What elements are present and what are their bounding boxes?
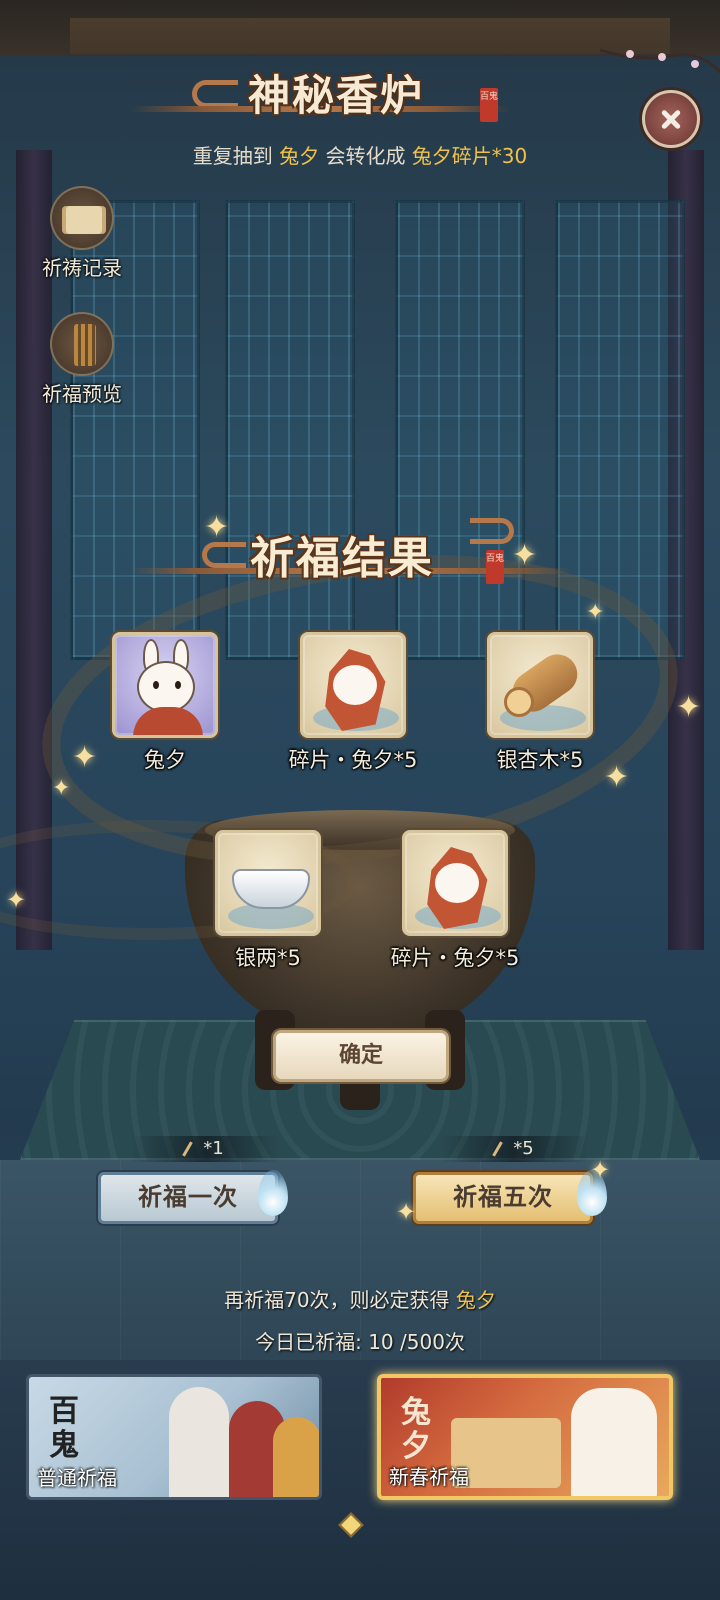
incense-icon: [50, 312, 114, 376]
game-screen: 神秘香炉 百鬼 重复抽到 兔夕 会转化成 兔夕碎片*30 祈祷记录 祈福预览 祈…: [0, 0, 720, 1600]
prayer-preview-button[interactable]: 祈福预览: [32, 312, 132, 407]
result-item-name: 兔夕: [144, 748, 186, 772]
sparkle-icon: ✦: [590, 1156, 611, 1184]
prayer-record-button[interactable]: 祈祷记录: [32, 186, 132, 281]
sparkle-icon: ✦: [204, 510, 230, 545]
prayer-preview-label: 祈福预览: [42, 382, 122, 406]
pray-once-cost: *1: [130, 1136, 280, 1162]
result-item[interactable]: 碎片・兔夕*5: [385, 830, 525, 972]
rabbit-fragment-icon: [402, 830, 508, 936]
prayer-record-label: 祈祷记录: [42, 256, 122, 280]
banner-spring-prayer[interactable]: 兔夕 新春祈福: [377, 1374, 673, 1500]
plum-branch-icon: [600, 48, 720, 74]
ghost-character-art: [169, 1387, 229, 1497]
silver-ingot-icon: [215, 830, 321, 936]
close-button[interactable]: [642, 90, 700, 148]
pity-counter-text: 再祈福70次，则必定获得 兔夕: [0, 1284, 720, 1313]
banner-label: 普通祈福: [37, 1466, 117, 1490]
result-item[interactable]: 碎片・兔夕*5: [283, 632, 423, 774]
sparkle-icon: ✦: [396, 1198, 417, 1226]
result-item-name: 银杏木*5: [496, 748, 584, 772]
pray-five-button[interactable]: 祈福五次: [413, 1172, 593, 1224]
incense-stick-icon: [182, 1141, 194, 1157]
sparkle-icon: ✦: [512, 538, 538, 573]
rabbit-character-art: [571, 1388, 657, 1496]
notice-reward: 兔夕碎片*30: [411, 144, 528, 168]
result-item[interactable]: 银杏木*5: [470, 632, 610, 774]
confirm-button[interactable]: 确定: [273, 1030, 449, 1082]
banner-normal-prayer[interactable]: 百鬼 普通祈福: [26, 1374, 322, 1500]
title-seal: 百鬼: [480, 88, 498, 122]
page-indicator: [338, 1512, 364, 1538]
result-item-name: 银两*5: [235, 946, 301, 970]
daily-count-label: 今日已祈福:: [255, 1330, 362, 1354]
result-item[interactable]: 银两*5: [198, 830, 338, 972]
page-title: 神秘香炉: [248, 71, 425, 120]
rabbit-fragment-icon: [300, 632, 406, 738]
title-banner: 神秘香炉 百鬼: [130, 62, 530, 122]
incense-stick-icon: [492, 1141, 504, 1157]
result-seal: 百鬼: [486, 550, 504, 584]
sparkle-icon: ✦: [6, 886, 27, 914]
notice-prefix: 重复抽到: [192, 144, 273, 168]
banner-logo: 百鬼: [49, 1394, 79, 1463]
mask-character-art: [273, 1417, 319, 1497]
result-item-name: 碎片・兔夕*5: [288, 748, 418, 772]
daily-count-limit: /500次: [400, 1330, 465, 1354]
notice-middle: 会转化成: [325, 144, 406, 168]
sparkle-icon: ✦: [676, 690, 702, 725]
banner-logo: 兔夕: [401, 1395, 431, 1464]
result-item[interactable]: 兔夕: [95, 632, 235, 774]
duplicate-notice: 重复抽到 兔夕 会转化成 兔夕碎片*30: [0, 140, 720, 169]
notice-character: 兔夕: [279, 144, 320, 168]
banner-label: 新春祈福: [389, 1465, 469, 1489]
scroll-icon: [50, 186, 114, 250]
sparkle-icon: ✦: [72, 740, 98, 775]
sparkle-icon: ✦: [586, 600, 605, 625]
result-item-name: 碎片・兔夕*5: [390, 946, 520, 970]
pray-once-button[interactable]: 祈福一次: [98, 1172, 278, 1224]
sparkle-icon: ✦: [52, 776, 71, 801]
pray-five-cost: *5: [440, 1136, 590, 1162]
result-title: 祈福结果: [250, 533, 434, 584]
daily-count-value: 10: [368, 1330, 394, 1354]
daily-prayer-count: 今日已祈福: 10 /500次: [0, 1326, 720, 1355]
pity-character: 兔夕: [455, 1288, 496, 1312]
spirit-flame-icon: [258, 1170, 288, 1216]
ginkgo-wood-icon: [487, 632, 593, 738]
pity-prefix: 再祈福70次，则必定获得: [224, 1288, 450, 1312]
rabbit-character-icon: [112, 632, 218, 738]
